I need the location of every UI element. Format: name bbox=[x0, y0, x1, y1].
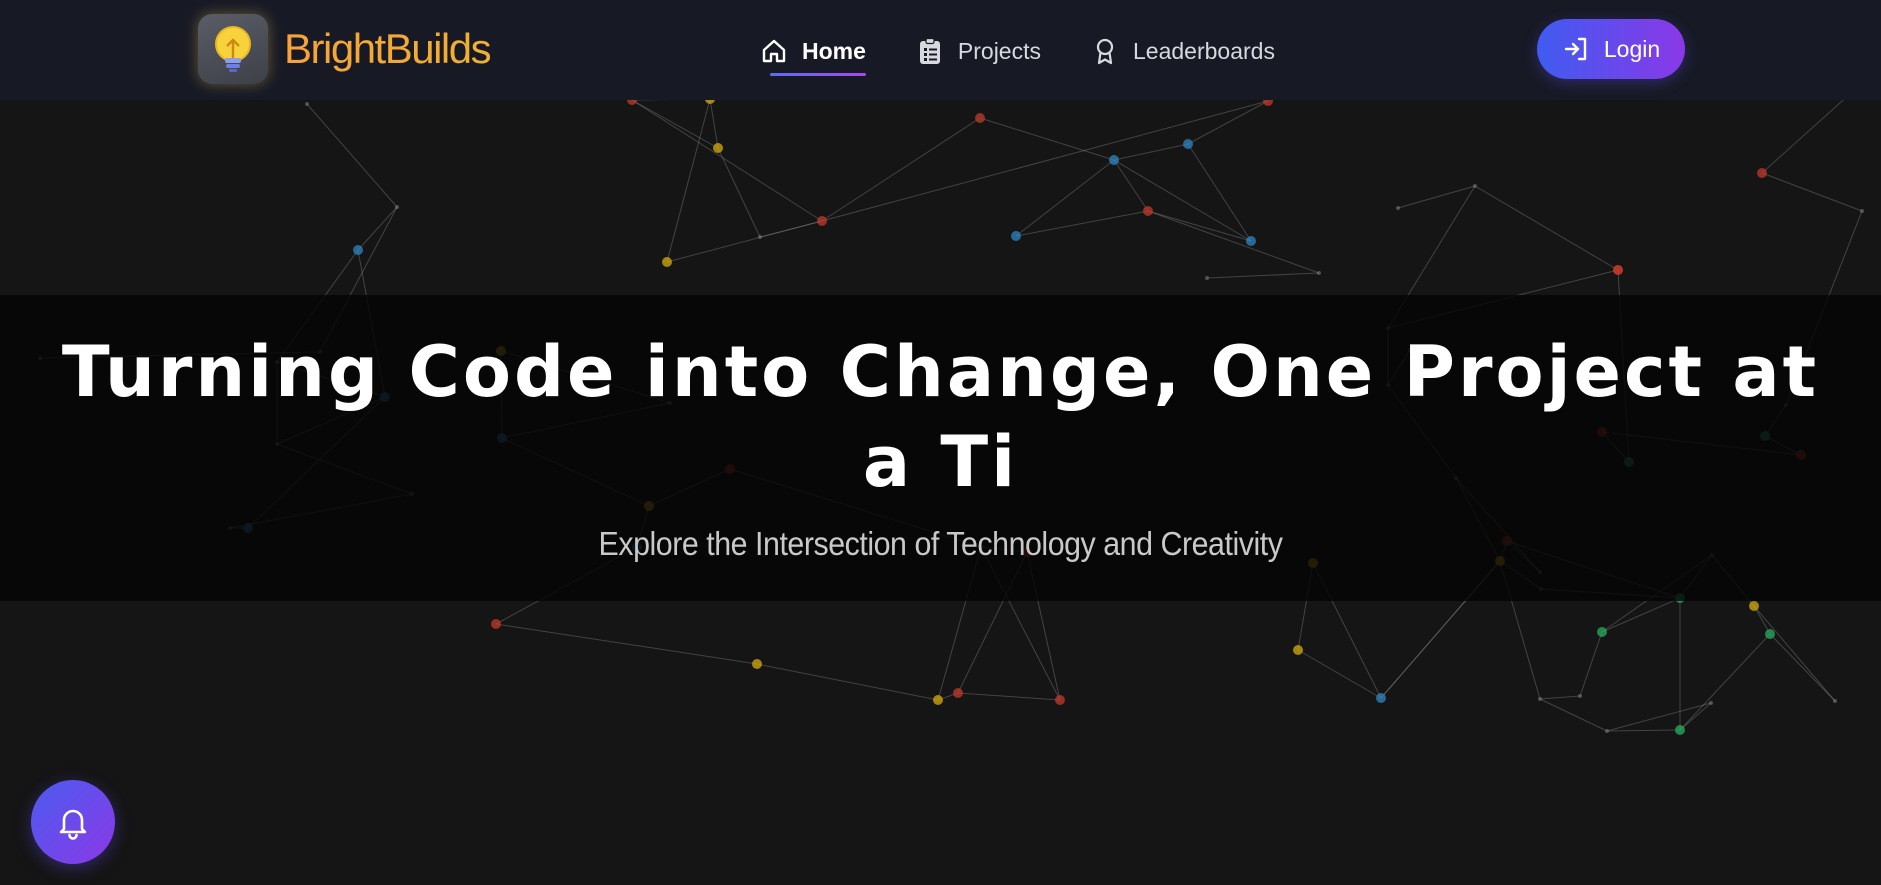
hero-banner: Turning Code into Change, One Project at… bbox=[0, 295, 1881, 601]
main-nav: Home Projects Leaderboards bbox=[760, 28, 1325, 76]
brand-name: BrightBuilds bbox=[284, 25, 492, 72]
award-icon bbox=[1091, 37, 1119, 65]
hero-title: Turning Code into Change, One Project at… bbox=[61, 331, 1820, 503]
login-icon bbox=[1562, 35, 1590, 63]
nav-item-label: Leaderboards bbox=[1133, 37, 1275, 64]
home-icon bbox=[760, 37, 788, 65]
brand[interactable]: BrightBuilds bbox=[198, 14, 492, 84]
nav-item-home[interactable]: Home bbox=[760, 28, 866, 76]
lightbulb-icon bbox=[198, 14, 268, 84]
notifications-button[interactable] bbox=[31, 780, 115, 864]
hero-subtitle: Explore the Intersection of Technology a… bbox=[598, 525, 1283, 562]
navbar: BrightBuilds Home Projects Leaderboards … bbox=[0, 0, 1881, 100]
page: BrightBuilds Home Projects Leaderboards … bbox=[0, 0, 1881, 885]
login-button[interactable]: Login bbox=[1537, 19, 1685, 79]
nav-item-leaderboards[interactable]: Leaderboards bbox=[1091, 28, 1275, 74]
clipboard-list-icon bbox=[916, 37, 944, 65]
nav-item-label: Home bbox=[802, 37, 866, 64]
bell-icon bbox=[55, 804, 91, 840]
nav-item-label: Projects bbox=[957, 37, 1041, 64]
nav-item-projects[interactable]: Projects bbox=[916, 28, 1041, 74]
login-label: Login bbox=[1603, 35, 1661, 62]
